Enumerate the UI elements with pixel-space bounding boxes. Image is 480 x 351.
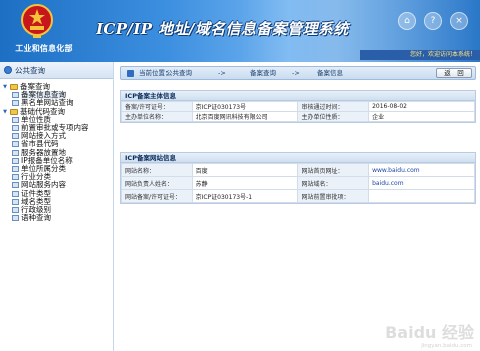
field-value: 企业: [368, 111, 475, 122]
folder-icon: [10, 108, 18, 115]
breadcrumb-item: 备案信息: [317, 69, 343, 77]
header-icons: ⌂ ? ×: [398, 12, 468, 30]
query-icon: [4, 66, 12, 74]
expand-icon[interactable]: ▼: [2, 84, 8, 90]
field-value: 京ICP证030173号-1: [191, 189, 299, 203]
field-value: 百度: [191, 163, 299, 177]
field-label: 网站前置审批项：: [297, 189, 370, 203]
field-label: 网站域名：: [297, 176, 370, 190]
document-icon: [12, 116, 19, 123]
breadcrumb-sep: ->: [292, 69, 300, 77]
national-emblem-icon: [21, 4, 53, 38]
table-row: 备案/许可证号： 京ICP证030173号 审核通过时间： 2016-08-02: [121, 101, 475, 112]
field-value: www.baidu.com: [368, 163, 475, 177]
breadcrumb: 当前位置： 公共查询 -> 备案查询 -> 备案信息 返 回: [120, 66, 476, 80]
document-icon: [12, 141, 19, 148]
back-button[interactable]: 返 回: [436, 68, 472, 78]
field-label: 主办单位性质：: [297, 111, 370, 122]
document-icon: [12, 182, 19, 189]
sidebar: 公共查询 ▼ 备案查询 备案信息查询 黑名单网站查询 ▼ 基础代码查询 单位性质 前置审批或专…: [0, 62, 114, 351]
main-content: 当前位置： 公共查询 -> 备案查询 -> 备案信息 返 回 ICP备案主体信息…: [116, 62, 480, 351]
subject-info-table: 备案/许可证号： 京ICP证030173号 审核通过时间： 2016-08-02 主办单…: [121, 101, 475, 122]
tree-item[interactable]: 网站服务内容: [2, 181, 113, 189]
field-label: 网站名称：: [121, 163, 193, 177]
site-info-table: 网站名称： 百度 网站首页网址： www.baidu.com 网站负责人姓名： 苏静 网站域…: [121, 163, 475, 203]
field-value: 北京百度网讯科技有限公司: [191, 111, 299, 122]
table-row: 网站负责人姓名： 苏静 网站域名： baidu.com: [121, 176, 475, 190]
welcome-text: 您好，欢迎访问本系统！: [409, 51, 476, 58]
field-value: baidu.com: [368, 176, 475, 190]
document-icon: [12, 125, 19, 132]
panel-title: ICP备案主体信息: [121, 91, 475, 101]
tree-folder[interactable]: ▼ 基础代码查询: [2, 107, 113, 116]
field-value: 京ICP证030173号: [191, 101, 299, 112]
nav-tree: ▼ 备案查询 备案信息查询 黑名单网站查询 ▼ 基础代码查询 单位性质 前置审批或专项内容 网站…: [0, 79, 113, 222]
field-label: 审核通过时间：: [297, 101, 370, 112]
field-value: [368, 189, 475, 203]
document-icon: [12, 190, 19, 197]
breadcrumb-item[interactable]: 备案查询: [250, 67, 276, 79]
org-name: 工业和信息化部: [15, 44, 73, 53]
field-label: 主办单位名称：: [121, 111, 193, 122]
folder-icon: [10, 84, 18, 91]
tree-item[interactable]: 证件类型: [2, 189, 113, 197]
expand-icon[interactable]: ▼: [2, 109, 8, 115]
document-icon: [12, 100, 19, 107]
field-label: 网站首页网址：: [297, 163, 370, 177]
field-label: 网站备案/许可证号：: [121, 189, 193, 203]
system-title: ICP/IP 地址/域名信息备案管理系统: [96, 20, 349, 38]
field-value: 2016-08-02: [368, 101, 475, 112]
field-label: 网站负责人姓名：: [121, 176, 193, 190]
document-icon: [12, 92, 19, 99]
tree-item-label: 语种查询: [21, 213, 51, 223]
field-label: 备案/许可证号：: [121, 101, 193, 112]
watermark-url: jingyan.baidu.com: [421, 343, 472, 349]
document-icon: [12, 165, 19, 172]
panel-title: ICP备案网站信息: [121, 153, 475, 163]
breadcrumb-sep: ->: [218, 69, 226, 77]
tree-item[interactable]: 语种查询: [2, 214, 113, 222]
field-value: 苏静: [191, 176, 299, 190]
document-icon: [12, 215, 19, 222]
table-row: 主办单位名称： 北京百度网讯科技有限公司 主办单位性质： 企业: [121, 111, 475, 122]
document-icon: [12, 174, 19, 181]
tree-item[interactable]: 行政级别: [2, 205, 113, 214]
breadcrumb-item[interactable]: 公共查询: [166, 67, 192, 79]
document-icon: [12, 157, 19, 164]
table-row: 网站备案/许可证号： 京ICP证030173号-1 网站前置审批项：: [121, 189, 475, 203]
tree-item[interactable]: 单位所属分类: [2, 164, 113, 173]
watermark-logo: Baidu 经验: [385, 323, 474, 342]
exit-icon[interactable]: ×: [450, 12, 468, 30]
table-row: 网站名称： 百度 网站首页网址： www.baidu.com: [121, 163, 475, 177]
tree-item[interactable]: 域名类型: [2, 197, 113, 206]
help-icon[interactable]: ?: [424, 12, 442, 30]
subject-info-panel: ICP备案主体信息 备案/许可证号： 京ICP证030173号 审核通过时间： 201…: [120, 90, 476, 123]
document-icon: [12, 206, 19, 213]
document-icon: [12, 133, 19, 140]
sidebar-title: 公共查询: [15, 65, 45, 75]
sidebar-header[interactable]: 公共查询: [0, 62, 113, 79]
document-icon: [12, 198, 19, 205]
home-icon[interactable]: ⌂: [398, 12, 416, 30]
site-info-panel: ICP备案网站信息 网站名称： 百度 网站首页网址： www.baidu.com 网站负…: [120, 152, 476, 204]
document-icon: [12, 149, 19, 156]
app-header: 工业和信息化部 ICP/IP 地址/域名信息备案管理系统 ⌂ ? × 您好，欢迎…: [0, 0, 480, 62]
location-icon: [127, 70, 134, 77]
